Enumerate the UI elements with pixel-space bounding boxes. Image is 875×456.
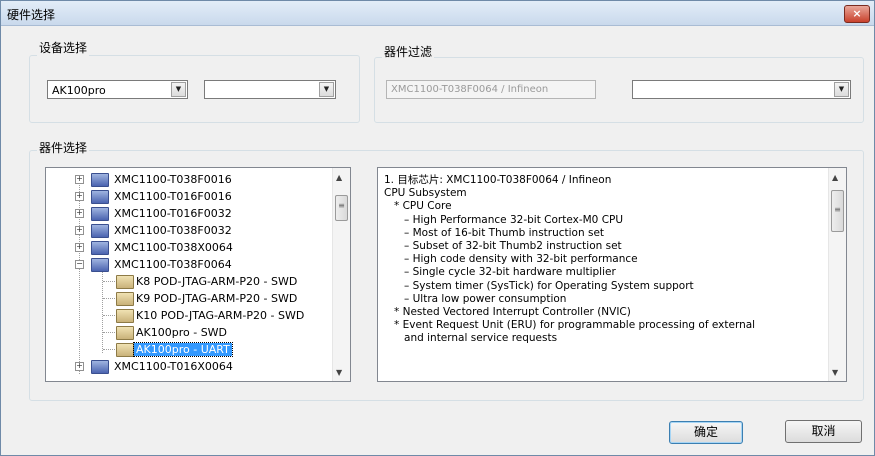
chevron-down-icon[interactable]: ▼ [171,82,186,97]
folder-icon [116,309,134,323]
tree-item-label: XMC1100-T038F0032 [114,224,232,237]
description-line: – High code density with 32-bit performa… [384,253,638,266]
expand-icon[interactable]: + [75,209,84,218]
tree-guide-line [103,281,115,282]
tree-item-label: K8 POD-JTAG-ARM-P20 - SWD [136,275,298,288]
device-tree[interactable]: + XMC1100-T038F0016 + XMC1100-T016F0016 … [45,167,351,382]
device-description-panel[interactable]: 1. 目标芯片: XMC1100-T038F0064 / Infineon CPU… [377,167,847,382]
chevron-down-icon[interactable]: ▼ [319,82,334,97]
filter-group-label: 器件过滤 [382,43,435,60]
tree-guide-line [103,349,115,350]
chip-folder-icon [91,360,109,374]
description-line: and internal service requests [384,332,558,345]
description-line: – System timer (SysTick) for Operating S… [384,279,694,292]
tree-item-label: AK100pro - UART [133,342,233,357]
scroll-thumb[interactable]: ≡ [335,195,348,221]
expand-icon[interactable]: + [75,362,84,371]
scroll-up-arrow-icon[interactable]: ▲ [336,173,342,182]
tree-guide-line [102,267,103,353]
description-line: – High Performance 32-bit Cortex-M0 CPU [384,213,624,226]
tree-scrollbar[interactable]: ▲ ≡ ▼ [332,168,350,381]
description-line: – Ultra low power consumption [384,292,567,305]
collapse-icon[interactable]: − [75,260,84,269]
scroll-thumb[interactable]: ≡ [831,190,844,232]
chevron-down-icon[interactable]: ▼ [834,82,849,97]
hardware-select-dialog: 硬件选择 × 设备选择 AK100pro ▼ ▼ 器件过滤 XMC1100-T0… [0,0,875,456]
chip-folder-icon [91,207,109,221]
description-text: 1. 目标芯片: XMC1100-T038F0064 / Infineon CPU… [384,174,755,346]
tree-guide-line [103,298,115,299]
tree-guide-line [103,315,115,316]
description-line: * Nested Vectored Interrupt Controller (… [384,306,631,319]
folder-icon [116,275,134,289]
title-bar[interactable]: 硬件选择 × [1,1,874,26]
tree-item-label: AK100pro - SWD [136,326,228,339]
description-line: CPU Subsystem [384,187,467,200]
tree-guide-line [103,332,115,333]
description-line: – Single cycle 32-bit hardware multiplie… [384,266,616,279]
description-line: 1. 目标芯片: XMC1100-T038F0064 / Infineon [384,174,612,186]
expand-icon[interactable]: + [75,192,84,201]
chip-folder-icon [91,173,109,187]
expand-icon[interactable]: + [75,175,84,184]
tree-item-label: XMC1100-T038F0064 [114,258,232,271]
expand-icon[interactable]: + [75,243,84,252]
scroll-down-arrow-icon[interactable]: ▼ [832,368,838,377]
folder-icon [116,326,134,340]
device-combo[interactable]: AK100pro ▼ [47,80,188,99]
window-title: 硬件选择 [7,8,56,22]
tree-item-label: K10 POD-JTAG-ARM-P20 - SWD [136,309,305,322]
description-line: * Event Request Unit (ERU) for programma… [384,319,756,332]
tree-item-label: XMC1100-T038F0016 [114,173,232,186]
description-line: * CPU Core [384,200,452,213]
chip-folder-icon [91,224,109,238]
chip-folder-icon [91,190,109,204]
expand-icon[interactable]: + [75,226,84,235]
description-line: – Most of 16-bit Thumb instruction set [384,226,605,239]
device-select-label: 设备选择 [37,39,90,56]
second-device-combo[interactable]: ▼ [204,80,336,99]
tree-item-label: XMC1100-T016X0064 [114,360,233,373]
tree-item-label: XMC1100-T016F0032 [114,207,232,220]
chip-folder-icon [91,241,109,255]
open-folder-icon [116,343,134,357]
close-button[interactable]: × [844,5,870,23]
tree-item-label: XMC1100-T016F0016 [114,190,232,203]
filter-text-field: XMC1100-T038F0064 / Infineon [386,80,596,99]
filter-combo[interactable]: ▼ [632,80,851,99]
tree-item-label: K9 POD-JTAG-ARM-P20 - SWD [136,292,298,305]
component-select-label: 器件选择 [37,139,90,156]
device-combo-value: AK100pro [52,84,106,97]
cancel-button[interactable]: 取消 [785,420,862,443]
scroll-down-arrow-icon[interactable]: ▼ [336,368,342,377]
scroll-up-arrow-icon[interactable]: ▲ [832,173,838,182]
tree-item-label: XMC1100-T038X0064 [114,241,233,254]
folder-icon [116,292,134,306]
ok-button[interactable]: 确定 [669,421,743,444]
description-scrollbar[interactable]: ▲ ≡ ▼ [828,168,846,381]
description-line: – Subset of 32-bit Thumb2 instruction se… [384,240,622,253]
chip-folder-icon [91,258,109,272]
